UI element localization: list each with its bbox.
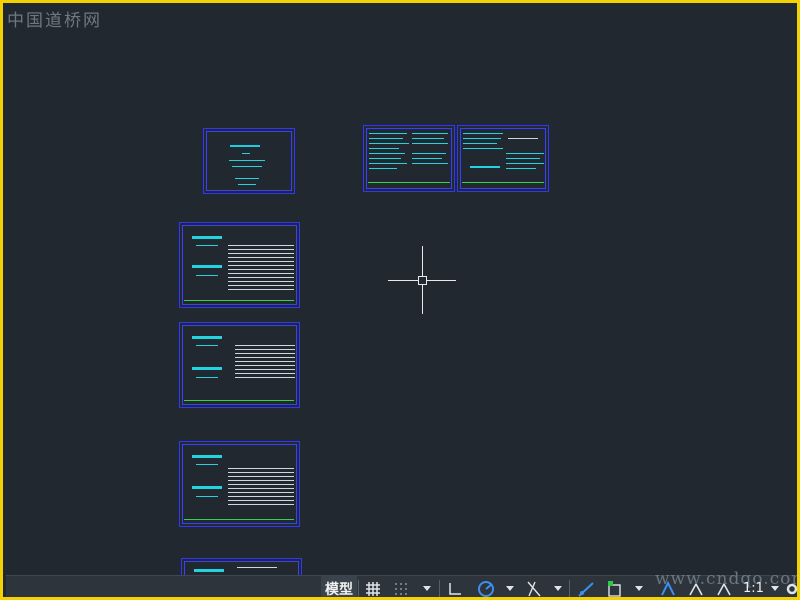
chevron-down-icon[interactable] [420, 576, 434, 597]
drawing-sheet-notes-2[interactable] [457, 125, 549, 192]
osnap-tracking-icon[interactable] [574, 576, 598, 597]
drawing-sheet-cover[interactable] [203, 128, 295, 194]
crosshair-pickbox [418, 276, 427, 285]
model-tab[interactable]: 模型 [321, 576, 357, 597]
osnap-icon[interactable] [603, 576, 627, 597]
app-window: 中国道桥网 模型 www.cndqo.com 1:1 [0, 0, 800, 600]
watermark-bottom: www.cndqo.com [655, 569, 800, 589]
chevron-down-icon[interactable] [551, 576, 565, 597]
drawing-sheet-section-3[interactable] [179, 441, 300, 527]
watermark-top: 中国道桥网 [7, 11, 102, 31]
chevron-down-icon[interactable] [632, 576, 646, 597]
sheet-inner-border [206, 131, 292, 191]
ortho-icon[interactable] [444, 576, 466, 597]
grid-icon[interactable] [362, 576, 384, 597]
drawing-sheet-section-2[interactable] [179, 322, 300, 408]
snap-icon[interactable] [390, 576, 412, 597]
drawing-sheet-notes-1[interactable] [363, 125, 455, 192]
chevron-down-icon[interactable] [503, 576, 517, 597]
polar-icon[interactable] [474, 576, 498, 597]
isodraft-icon[interactable] [522, 576, 546, 597]
annotation-scale-label[interactable]: 1:1 [743, 581, 764, 596]
drawing-sheet-section-1[interactable] [179, 222, 300, 308]
drawing-canvas[interactable] [6, 6, 797, 590]
